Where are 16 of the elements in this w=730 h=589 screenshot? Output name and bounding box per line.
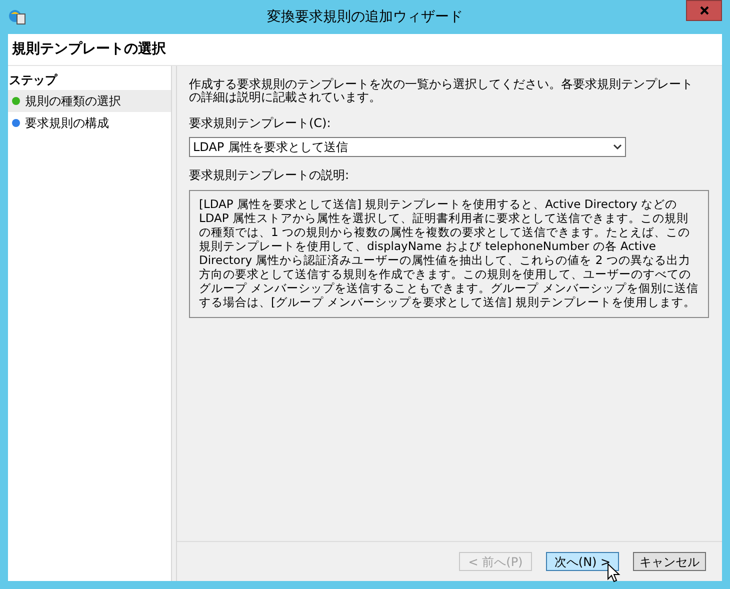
wizard-button[interactable]: 次へ(N) > [546,552,619,571]
chevron-down-icon [613,144,622,150]
step-item[interactable]: 規則の種類の選択 [8,90,171,112]
template-dropdown[interactable]: LDAP 属性を要求として送信 [189,137,626,157]
intro-text: 作成する要求規則のテンプレートを次の一覧から選択してください。各要求規則テンプレートの詳細は説明に記載されています。 [189,78,694,104]
wizard-button[interactable]: キャンセル [633,552,706,571]
page-heading: 規則テンプレートの選択 [12,40,166,59]
step-item[interactable]: 要求規則の構成 [8,112,171,134]
steps-heading: ステップ [8,72,58,89]
description-label: 要求規則テンプレートの説明: [189,167,350,184]
window-title: 変換要求規則の追加ウィザード [267,8,463,26]
description-box: [LDAP 属性を要求として送信] 規則テンプレートを使用すると、Active Directory などの LDAP 属性ストアから属性を選択して、証明書利用者に要求として送信できます。この規則の種類では、1 つの規則から複数の属性を複数の要求として送信できます。たとえば、この規則テンプレートを使用して、displayName および telephoneNumber の各 Active Directory 属性から認証済みユーザーの属性値を抽出して、これらの値を 2 つの異なる出力方向の要求として送信する規則を作成できます。この規則を使用して、ユーザーのすべてのグループ メンバーシップを送信することもできます。グループ メンバーシップを個別に送信する場合は、[グループ メンバーシップを要求として送信] 規則テンプレートを使用します。 [189,190,709,318]
close-button[interactable] [686,0,722,21]
template-label: 要求規則テンプレート(C): [189,115,332,132]
close-icon [700,6,708,15]
app-icon [8,8,26,26]
